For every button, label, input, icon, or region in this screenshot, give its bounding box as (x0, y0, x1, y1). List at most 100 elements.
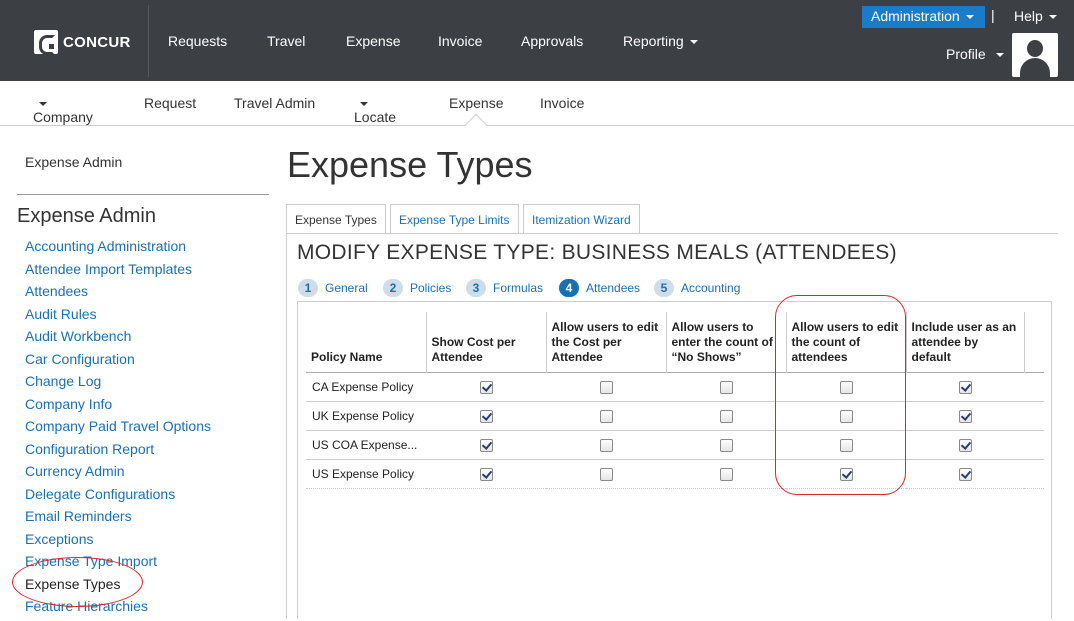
checkbox-cell (906, 400, 1024, 431)
avatar[interactable] (1012, 33, 1058, 77)
reporting-label: Reporting (623, 33, 684, 49)
top-nav-approvals[interactable]: Approvals (521, 33, 583, 49)
sidebar-item-expense-type-import[interactable]: Expense Type Import (25, 553, 211, 576)
tab-baseline (286, 233, 1058, 234)
spacer-cell (1024, 429, 1044, 460)
top-nav-expense[interactable]: Expense (346, 33, 400, 49)
user-icon-body (1020, 58, 1050, 77)
checkbox[interactable] (479, 438, 493, 452)
top-nav-travel[interactable]: Travel (267, 33, 305, 49)
checkbox[interactable] (599, 467, 613, 481)
column-header-include-user: Include user as an attendee by default (906, 312, 1025, 372)
sidebar-item-company-info[interactable]: Company Info (25, 396, 211, 419)
sidebar-item-audit-rules[interactable]: Audit Rules (25, 306, 211, 329)
profile-menu[interactable]: Profile (946, 46, 1004, 62)
step-number: 5 (654, 279, 674, 297)
checkbox[interactable] (719, 438, 733, 452)
sub-nav-locate[interactable]: Locate (354, 95, 396, 125)
top-nav-requests[interactable]: Requests (168, 33, 227, 49)
checkbox-cell (546, 458, 666, 489)
sub-nav: Company Request Travel Admin Locate Expe… (0, 81, 1074, 126)
page-title: Expense Types (287, 144, 533, 185)
sidebar-item-feature-hierarchies[interactable]: Feature Hierarchies (25, 598, 211, 621)
checkbox-cell (666, 400, 786, 431)
checkbox-cell (426, 458, 546, 489)
sidebar-item-exceptions[interactable]: Exceptions (25, 531, 211, 554)
chevron-down-icon (39, 102, 47, 107)
policy-name-cell: UK Expense Policy (306, 400, 426, 431)
sidebar-item-currency-admin[interactable]: Currency Admin (25, 463, 211, 486)
sidebar-item-configuration-report[interactable]: Configuration Report (25, 441, 211, 464)
table-body: CA Expense Policy UK Expense Policy US COA… (306, 371, 1044, 489)
administration-menu-button[interactable]: Administration (862, 6, 985, 28)
spacer-cell (1024, 400, 1044, 431)
step-policies[interactable]: 2 Policies (383, 279, 451, 297)
sidebar-item-expense-types[interactable]: Expense Types (25, 576, 211, 599)
checkbox[interactable] (479, 380, 493, 394)
step-label: Policies (410, 281, 452, 295)
checkbox[interactable] (839, 438, 853, 452)
checkbox-cell (426, 400, 546, 431)
sub-nav-travel-admin[interactable]: Travel Admin (234, 95, 315, 111)
sidebar-item-email-reminders[interactable]: Email Reminders (25, 508, 211, 531)
checkbox-cell (666, 371, 786, 402)
chevron-down-icon (689, 40, 698, 45)
attendee-settings-table: Policy Name Show Cost per Attendee Allow… (306, 312, 1044, 489)
step-formulas[interactable]: 3 Formulas (466, 279, 543, 297)
checkbox[interactable] (719, 409, 733, 423)
column-header-spacer (1024, 312, 1044, 372)
checkbox-cell (786, 458, 906, 489)
top-nav-invoice[interactable]: Invoice (438, 33, 482, 49)
sub-nav-invoice[interactable]: Invoice (540, 95, 584, 111)
checkbox[interactable] (958, 467, 972, 481)
checkbox[interactable] (958, 380, 972, 394)
sub-nav-expense[interactable]: Expense (449, 95, 503, 111)
policy-name-cell: US COA Expense... (306, 429, 426, 460)
sidebar-item-accounting-administration[interactable]: Accounting Administration (25, 238, 211, 261)
tab-expense-type-limits[interactable]: Expense Type Limits (390, 204, 519, 233)
checkbox[interactable] (599, 380, 613, 394)
checkbox[interactable] (958, 438, 972, 452)
chevron-down-icon (965, 15, 974, 20)
logo-text: CONCUR (63, 33, 131, 51)
checkbox[interactable] (839, 380, 853, 394)
sub-nav-company[interactable]: Company (33, 95, 93, 125)
sidebar-heading: Expense Admin (17, 205, 156, 227)
step-attendees[interactable]: 4 Attendees (559, 279, 640, 297)
checkbox[interactable] (599, 438, 613, 452)
step-label: General (325, 281, 368, 295)
checkbox-cell (546, 400, 666, 431)
tab-itemization-wizard[interactable]: Itemization Wizard (523, 204, 640, 233)
sidebar-top-link[interactable]: Expense Admin (25, 154, 122, 170)
help-menu[interactable]: Help (1014, 8, 1057, 24)
sidebar-item-change-log[interactable]: Change Log (25, 373, 211, 396)
concur-logo[interactable]: CONCUR (34, 30, 131, 55)
policy-name-cell: CA Expense Policy (306, 371, 426, 402)
sidebar-item-delegate-configurations[interactable]: Delegate Configurations (25, 486, 211, 509)
sidebar-item-car-configuration[interactable]: Car Configuration (25, 351, 211, 374)
spacer-cell (1024, 371, 1044, 402)
sub-nav-request[interactable]: Request (144, 95, 196, 111)
table-row: US Expense Policy (306, 458, 1044, 489)
step-general[interactable]: 1 General (298, 279, 368, 297)
sidebar-item-company-paid-travel-options[interactable]: Company Paid Travel Options (25, 418, 211, 441)
locate-label: Locate (354, 109, 397, 125)
column-header-policy-name[interactable]: Policy Name (306, 312, 427, 372)
sidebar-item-attendees[interactable]: Attendees (25, 283, 211, 306)
column-header-edit-cost: Allow users to edit the Cost per Attende… (546, 312, 667, 372)
checkbox[interactable] (958, 409, 972, 423)
step-accounting[interactable]: 5 Accounting (654, 279, 740, 297)
checkbox[interactable] (599, 409, 613, 423)
checkbox-cell (786, 400, 906, 431)
checkbox[interactable] (719, 467, 733, 481)
sidebar-item-attendee-import-templates[interactable]: Attendee Import Templates (25, 261, 211, 284)
top-nav-reporting[interactable]: Reporting (623, 33, 698, 49)
sidebar-item-audit-workbench[interactable]: Audit Workbench (25, 328, 211, 351)
checkbox[interactable] (479, 409, 493, 423)
tab-expense-types[interactable]: Expense Types (286, 204, 386, 234)
checkbox[interactable] (839, 409, 853, 423)
checkbox[interactable] (839, 467, 853, 481)
checkbox[interactable] (719, 380, 733, 394)
checkbox[interactable] (479, 467, 493, 481)
step-label: Formulas (493, 281, 544, 295)
